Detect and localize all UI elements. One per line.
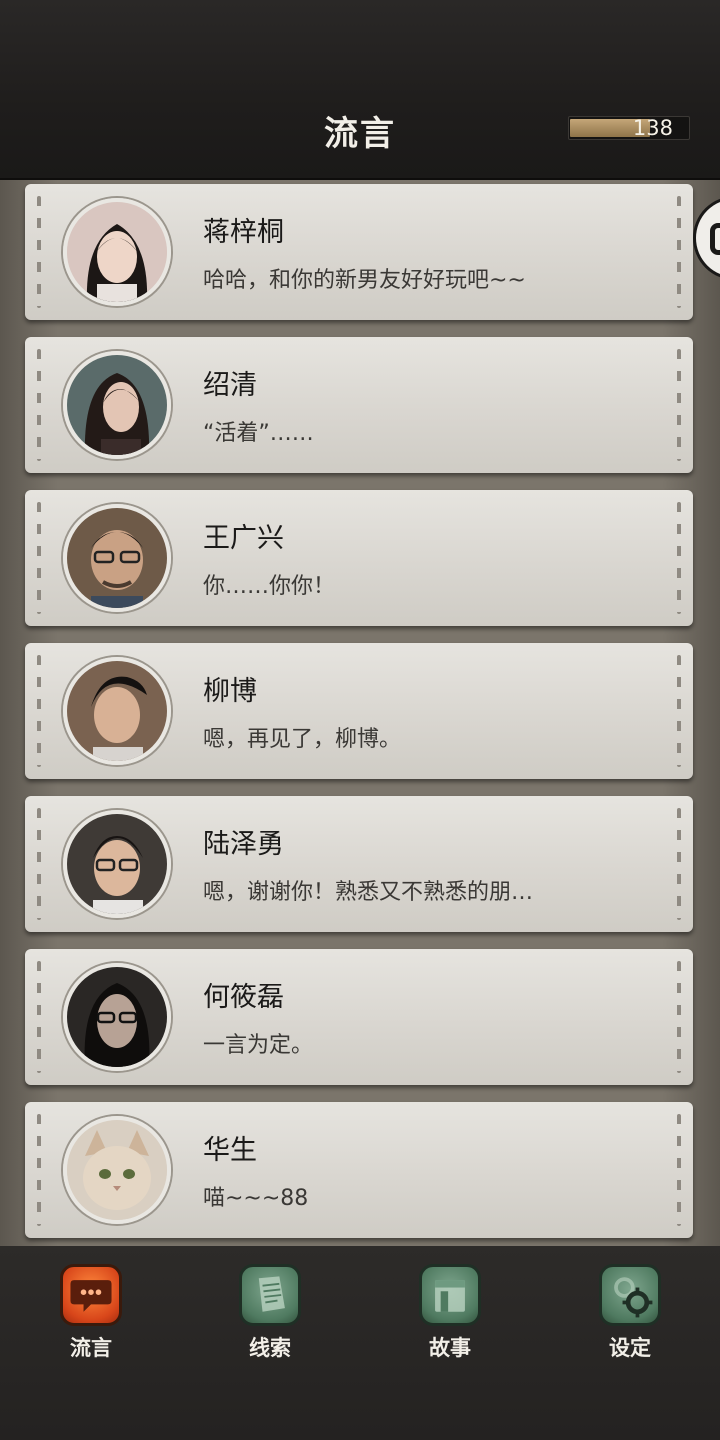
stitch-decoration: [677, 808, 681, 920]
stitch-decoration: [37, 808, 41, 920]
stitch-decoration: [37, 502, 41, 614]
contact-name: 王广兴: [203, 523, 284, 554]
contact-last-message: 嗯，再见了，柳博。: [203, 727, 402, 752]
stitch-decoration: [37, 655, 41, 767]
contact-last-message: 一言为定。: [203, 1033, 314, 1058]
contact-card[interactable]: 何筱磊 一言为定。: [25, 949, 693, 1085]
man-glasses-portrait-icon: [63, 810, 171, 918]
woman-portrait-icon: [63, 198, 171, 306]
contact-last-message: 你……你你！: [203, 574, 336, 599]
woman-portrait-icon: [63, 351, 171, 459]
contact-last-message: 喵~~~88: [203, 1186, 309, 1211]
stitch-decoration: [37, 961, 41, 1073]
gear-icon: [599, 1264, 661, 1326]
stitch-decoration: [37, 349, 41, 461]
tab-settings[interactable]: 设定: [585, 1264, 675, 1364]
tab-clues[interactable]: 线索: [225, 1264, 315, 1364]
man-glasses-portrait-icon: [63, 504, 171, 612]
cat-portrait-icon: [63, 1116, 171, 1224]
contact-name: 何筱磊: [203, 982, 284, 1013]
contact-name: 蒋梓桐: [203, 217, 284, 248]
contact-last-message: “活着”……: [203, 421, 314, 446]
stitch-decoration: [677, 196, 681, 308]
stitch-decoration: [677, 349, 681, 461]
tab-label: 线索: [249, 1335, 291, 1360]
contact-card[interactable]: 柳博 嗯，再见了，柳博。: [25, 643, 693, 779]
stitch-decoration: [677, 502, 681, 614]
book-icon: [419, 1264, 481, 1326]
bottom-nav: 流言 线索 故事 设定: [0, 1246, 720, 1440]
man-glasses-portrait-icon: [63, 963, 171, 1071]
man-portrait-icon: [63, 657, 171, 765]
tab-label: 流言: [70, 1335, 112, 1360]
contact-name: 柳博: [203, 676, 257, 707]
stitch-decoration: [677, 961, 681, 1073]
contact-name: 华生: [203, 1135, 257, 1166]
currency-counter: 138: [568, 116, 690, 140]
contact-card[interactable]: 陆泽勇 嗯，谢谢你！熟悉又不熟悉的朋…: [25, 796, 693, 932]
contact-last-message: 嗯，谢谢你！熟悉又不熟悉的朋…: [203, 880, 534, 905]
contact-last-message: 哈哈，和你的新男友好好玩吧~~: [203, 268, 526, 293]
tab-rumors[interactable]: 流言: [46, 1264, 136, 1364]
stitch-decoration: [37, 1114, 41, 1226]
tab-label: 故事: [429, 1335, 471, 1360]
tab-story[interactable]: 故事: [405, 1264, 495, 1364]
document-icon: [239, 1264, 301, 1326]
contact-name: 陆泽勇: [203, 829, 284, 860]
stitch-decoration: [677, 655, 681, 767]
chat-bubble-icon: [60, 1264, 122, 1326]
contact-card[interactable]: 绍清 “活着”……: [25, 337, 693, 473]
contact-name: 绍清: [203, 370, 257, 401]
tab-label: 设定: [609, 1335, 651, 1360]
contact-card[interactable]: 华生 喵~~~88: [25, 1102, 693, 1238]
rumor-list[interactable]: 蒋梓桐 哈哈，和你的新男友好好玩吧~~ 绍清 “活着”…… 王广兴 你……你你！…: [0, 180, 720, 1246]
stitch-decoration: [37, 196, 41, 308]
phone-icon: [710, 223, 720, 255]
stitch-decoration: [677, 1114, 681, 1226]
counter-value: 138: [632, 116, 673, 140]
contact-card[interactable]: 蒋梓桐 哈哈，和你的新男友好好玩吧~~: [25, 184, 693, 320]
app-header: 流言 138: [0, 0, 720, 180]
contact-card[interactable]: 王广兴 你……你你！: [25, 490, 693, 626]
